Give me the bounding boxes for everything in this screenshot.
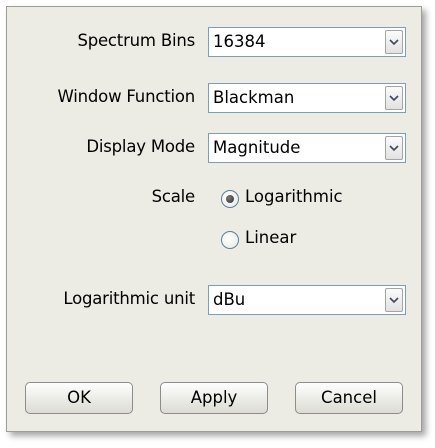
- display-mode-value: Magnitude: [213, 138, 301, 157]
- radio-selected-dot: [226, 195, 234, 203]
- logarithmic-unit-select[interactable]: dBu: [208, 285, 406, 315]
- display-mode-dropdown-button[interactable]: [385, 136, 403, 160]
- window-function-label: Window Function: [57, 87, 196, 106]
- spectrum-bins-label: Spectrum Bins: [77, 31, 195, 50]
- chevron-down-icon: [389, 39, 399, 46]
- spectrum-bins-select[interactable]: 16384: [208, 27, 406, 57]
- scale-logarithmic-label[interactable]: Logarithmic: [245, 187, 343, 206]
- scale-linear-label[interactable]: Linear: [245, 228, 296, 247]
- chevron-down-icon: [389, 297, 399, 304]
- ok-button[interactable]: OK: [25, 382, 133, 414]
- scale-logarithmic-radio[interactable]: [221, 190, 239, 208]
- scale-linear-radio[interactable]: [221, 231, 239, 249]
- spectrum-bins-value: 16384: [213, 32, 266, 51]
- chevron-down-icon: [389, 145, 399, 152]
- display-mode-select[interactable]: Magnitude: [208, 133, 406, 163]
- logarithmic-unit-value: dBu: [213, 290, 246, 309]
- logarithmic-unit-dropdown-button[interactable]: [385, 288, 403, 312]
- apply-button[interactable]: Apply: [160, 382, 268, 414]
- logarithmic-unit-label: Logarithmic unit: [63, 289, 195, 308]
- scale-label: Scale: [151, 187, 196, 206]
- window-function-select[interactable]: Blackman: [208, 83, 406, 113]
- chevron-down-icon: [389, 95, 399, 102]
- window-function-value: Blackman: [213, 88, 295, 107]
- display-mode-label: Display Mode: [86, 137, 195, 156]
- window-function-dropdown-button[interactable]: [385, 86, 403, 110]
- spectrum-bins-dropdown-button[interactable]: [385, 30, 403, 54]
- cancel-button[interactable]: Cancel: [295, 382, 403, 414]
- spectrum-settings-dialog: Spectrum Bins 16384 Window Function Blac…: [6, 6, 422, 432]
